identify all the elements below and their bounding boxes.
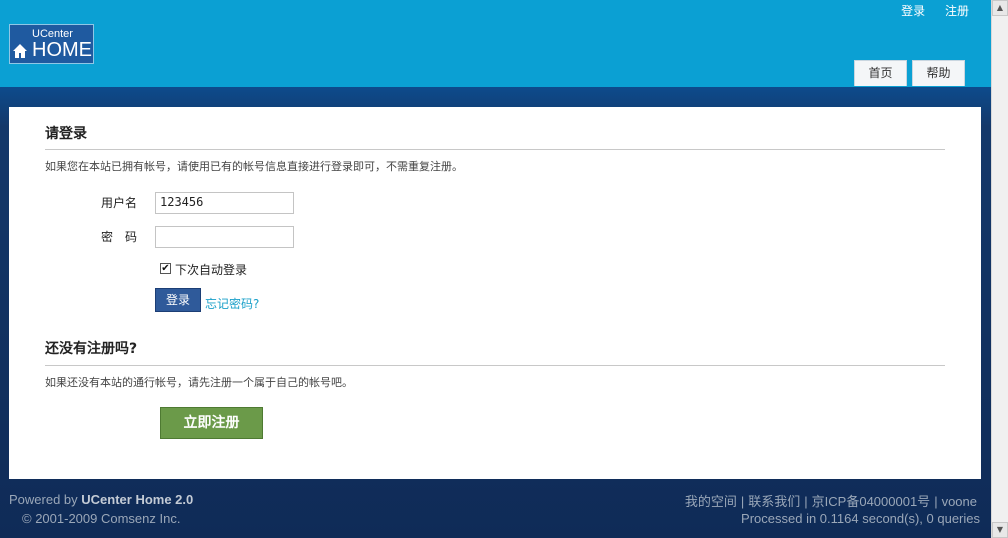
processed-info: Processed in 0.1164 second(s), 0 queries (741, 511, 980, 526)
house-icon (13, 44, 27, 58)
register-divider (45, 365, 945, 366)
copyright: © 2001-2009 Comsenz Inc. (22, 511, 181, 526)
footer-link-contact[interactable]: 联系我们 (748, 494, 800, 509)
footer-link-voone[interactable]: voone (942, 494, 977, 509)
login-heading: 请登录 (45, 126, 87, 142)
remember-label[interactable]: 下次自动登录 (175, 261, 247, 278)
footer-separator: | (740, 494, 745, 509)
remember-checkbox[interactable]: ✔ (160, 263, 171, 274)
logo-text-big: HOME (32, 39, 92, 61)
username-input[interactable]: 123456 (155, 192, 294, 214)
login-link[interactable]: 登录 (901, 4, 925, 18)
login-divider (45, 149, 945, 150)
powered-prefix: Powered by (9, 492, 82, 507)
register-now-button[interactable]: 立即注册 (160, 407, 263, 439)
tab-help[interactable]: 帮助 (912, 60, 965, 86)
powered-by: Powered by UCenter Home 2.0 (9, 492, 193, 507)
nav-tabs: 首页 帮助 (849, 60, 965, 86)
ucenter-home-logo[interactable]: UCenter HOME (9, 24, 94, 64)
login-description: 如果您在本站已拥有帐号，请使用已有的帐号信息直接进行登录即可，不需重复注册。 (45, 160, 463, 173)
powered-product-link[interactable]: UCenter Home 2.0 (81, 492, 193, 507)
username-label: 用户名 (101, 196, 138, 210)
footer-link-icp[interactable]: 京ICP备04000001号 (812, 494, 931, 509)
scroll-up-icon[interactable]: ▲ (992, 0, 1008, 16)
header-bar: UCenter HOME 登录 注册 首页 帮助 (0, 0, 991, 87)
password-label: 密 码 (101, 230, 138, 244)
footer-links: 我的空间 | 联系我们 | 京ICP备04000001号 | voone (685, 491, 977, 510)
footer-link-my-space[interactable]: 我的空间 (685, 494, 737, 509)
register-heading: 还没有注册吗? (45, 341, 138, 357)
vertical-scrollbar[interactable]: ▲ ▼ (991, 0, 1008, 538)
top-links: 登录 注册 (885, 2, 969, 19)
tab-home[interactable]: 首页 (854, 60, 907, 86)
register-link[interactable]: 注册 (945, 4, 969, 18)
footer-separator: | (804, 494, 808, 509)
footer-separator: | (934, 494, 938, 509)
forgot-password-link[interactable]: 忘记密码? (205, 295, 259, 312)
password-input[interactable] (155, 226, 294, 248)
register-description: 如果还没有本站的通行帐号，请先注册一个属于自己的帐号吧。 (45, 376, 353, 389)
scroll-down-icon[interactable]: ▼ (992, 522, 1008, 538)
login-panel: 请登录 如果您在本站已拥有帐号，请使用已有的帐号信息直接进行登录即可，不需重复注… (9, 107, 981, 479)
login-button[interactable]: 登录 (155, 288, 201, 312)
